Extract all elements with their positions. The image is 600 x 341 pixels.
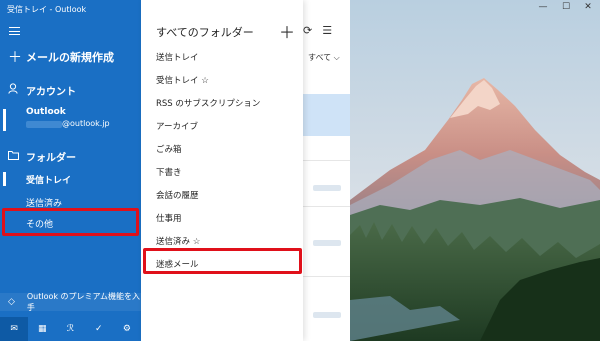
hamburger-menu-button[interactable] — [0, 22, 141, 40]
plus-icon: ＋ — [8, 50, 22, 66]
bottom-navigation: ✉ ▦ ℛ ✓ ⚙ — [0, 317, 141, 341]
calendar-icon: ▦ — [38, 324, 47, 334]
folders-header[interactable]: フォルダー — [0, 146, 141, 166]
mail-nav-button[interactable]: ✉ — [0, 317, 29, 341]
diamond-icon: ◇ — [8, 297, 15, 307]
folder-item-work[interactable]: 仕事用 — [156, 212, 182, 224]
plus-icon: ＋ — [279, 23, 296, 42]
message-divider — [303, 206, 350, 207]
folder-item-archive[interactable]: アーカイブ — [156, 120, 198, 132]
settings-nav-button[interactable]: ⚙ — [113, 317, 141, 341]
window-title: 受信トレイ - Outlook — [7, 4, 87, 14]
mountain-landscape-image — [350, 0, 600, 341]
premium-label: Outlook のプレミアム機能を入手 — [26, 292, 140, 312]
redacted-email — [26, 121, 62, 128]
message-row[interactable] — [313, 185, 341, 191]
folder-item-drafts[interactable]: 下書き — [156, 166, 182, 178]
account-name: Outlook — [26, 107, 66, 117]
selected-message-row[interactable] — [303, 94, 350, 136]
selection-indicator — [3, 172, 6, 186]
new-mail-label: メールの新規作成 — [26, 51, 114, 64]
sync-icon[interactable]: ⟳ — [303, 24, 312, 37]
message-row[interactable] — [313, 240, 341, 246]
all-folders-title: すべてのフォルダー — [156, 26, 254, 39]
select-mode-icon[interactable]: ☰ — [322, 24, 332, 37]
folder-item-conversation-history[interactable]: 会話の履歴 — [156, 189, 199, 201]
all-folders-panel: すべてのフォルダー ＋ 送信トレイ 受信トレイ ☆ RSS のサブスクリプション… — [141, 0, 303, 341]
highlight-box-more — [2, 208, 139, 236]
chevron-down-icon: ⌵ — [333, 53, 340, 62]
folder-icon — [8, 150, 26, 163]
message-row[interactable] — [313, 312, 341, 318]
maximize-button[interactable]: ☐ — [558, 2, 574, 12]
accounts-header[interactable]: アカウント — [0, 80, 141, 100]
minimize-button[interactable]: — — [535, 2, 551, 12]
mail-icon: ✉ — [10, 324, 18, 334]
premium-button[interactable]: ◇ Outlook のプレミアム機能を入手 — [0, 292, 141, 312]
calendar-nav-button[interactable]: ▦ — [28, 317, 56, 341]
folder-item-trash[interactable]: ごみ箱 — [156, 143, 182, 155]
sidebar-item-label: 受信トレイ — [26, 175, 72, 186]
close-button[interactable]: ✕ — [580, 2, 596, 12]
person-icon — [8, 83, 26, 97]
hamburger-icon — [9, 27, 20, 35]
add-folder-button[interactable]: ＋ — [279, 19, 295, 43]
message-divider — [303, 160, 350, 161]
message-list-toolbar: ⟳ ☰ — [303, 24, 332, 37]
people-icon: ℛ — [66, 324, 75, 334]
folder-item-outbox[interactable]: 送信トレイ — [156, 51, 199, 63]
accounts-header-label: アカウント — [26, 86, 76, 98]
reading-pane-background: — ☐ ✕ — [350, 0, 600, 341]
filter-label: すべて — [308, 53, 332, 62]
sidebar-item-label: 送信済み — [26, 198, 63, 209]
highlight-box-junk — [143, 248, 302, 274]
checkmark-icon: ✓ — [94, 324, 103, 334]
folder-item-inbox[interactable]: 受信トレイ ☆ — [156, 74, 209, 86]
todo-nav-button[interactable]: ✓ — [85, 317, 113, 341]
gear-icon: ⚙ — [122, 324, 131, 334]
message-divider — [303, 276, 350, 277]
filter-dropdown[interactable]: すべて ⌵ — [308, 52, 340, 63]
navigation-pane: 受信トレイ - Outlook ＋ メールの新規作成 アカウント Outlook… — [0, 0, 141, 341]
new-mail-button[interactable]: ＋ メールの新規作成 — [0, 47, 141, 67]
folder-item-sent[interactable]: 送信済み ☆ — [156, 235, 200, 247]
selection-indicator — [3, 109, 6, 131]
folders-header-label: フォルダー — [26, 152, 76, 164]
folder-item-rss[interactable]: RSS のサブスクリプション — [156, 97, 260, 109]
people-nav-button[interactable]: ℛ — [56, 317, 84, 341]
account-outlook[interactable]: Outlook @outlook.jp — [0, 107, 141, 133]
sidebar-item-inbox[interactable]: 受信トレイ — [0, 170, 141, 188]
